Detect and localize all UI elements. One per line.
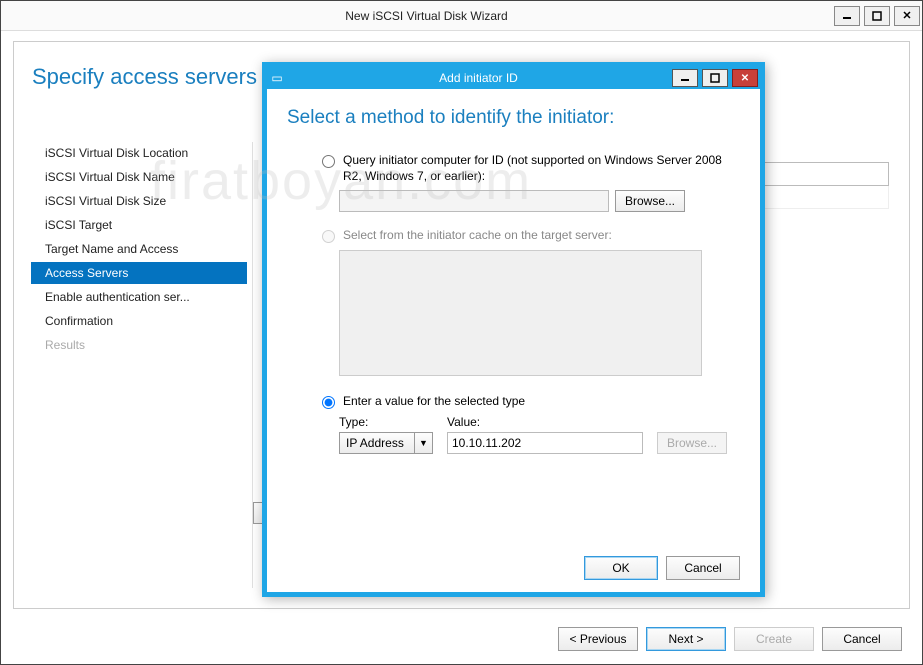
wizard-title: New iSCSI Virtual Disk Wizard bbox=[21, 9, 832, 23]
dialog-footer: OK Cancel bbox=[584, 556, 740, 580]
ok-button[interactable]: OK bbox=[584, 556, 658, 580]
nav-item-size[interactable]: iSCSI Virtual Disk Size bbox=[39, 190, 239, 212]
dialog-maximize-button[interactable] bbox=[702, 69, 728, 87]
option-cache-label: Select from the initiator cache on the t… bbox=[343, 228, 740, 244]
option-cache-radio bbox=[322, 230, 335, 243]
option-cache-row: Select from the initiator cache on the t… bbox=[317, 228, 740, 244]
next-button[interactable]: Next > bbox=[646, 627, 726, 651]
option-query-label: Query initiator computer for ID (not sup… bbox=[343, 153, 740, 184]
nav-item-name[interactable]: iSCSI Virtual Disk Name bbox=[39, 166, 239, 188]
nav-item-auth[interactable]: Enable authentication ser... bbox=[39, 286, 239, 308]
wizard-footer: < Previous Next > Create Cancel bbox=[1, 614, 922, 664]
wizard-nav: iSCSI Virtual Disk Location iSCSI Virtua… bbox=[39, 142, 239, 358]
minimize-button[interactable] bbox=[834, 6, 860, 26]
option-query-radio[interactable] bbox=[322, 155, 335, 168]
chevron-down-icon[interactable]: ▼ bbox=[415, 432, 433, 454]
wizard-titlebar: New iSCSI Virtual Disk Wizard ✕ bbox=[1, 1, 922, 31]
cancel-button[interactable]: Cancel bbox=[822, 627, 902, 651]
dialog-titlebar: ▭ Add initiator ID ✕ bbox=[267, 67, 760, 89]
type-label: Type: bbox=[339, 415, 433, 429]
type-select-value: IP Address bbox=[339, 432, 415, 454]
type-column: Type: IP Address ▼ bbox=[339, 415, 433, 454]
option-enter-label: Enter a value for the selected type bbox=[343, 394, 740, 410]
create-button: Create bbox=[734, 627, 814, 651]
nav-item-access-servers[interactable]: Access Servers bbox=[31, 262, 247, 284]
dialog-cancel-button[interactable]: Cancel bbox=[666, 556, 740, 580]
dialog-window-controls: ✕ bbox=[670, 68, 760, 88]
option-enter-radio[interactable] bbox=[322, 396, 335, 409]
dialog-heading: Select a method to identify the initiato… bbox=[287, 107, 740, 129]
option-query-input-row: Browse... bbox=[339, 190, 740, 212]
type-select[interactable]: IP Address ▼ bbox=[339, 432, 433, 454]
option-query-row: Query initiator computer for ID (not sup… bbox=[317, 153, 740, 184]
close-button[interactable]: ✕ bbox=[894, 6, 920, 26]
query-browse-button[interactable]: Browse... bbox=[615, 190, 685, 212]
dialog-close-button[interactable]: ✕ bbox=[732, 69, 758, 87]
value-input[interactable] bbox=[447, 432, 643, 454]
nav-item-target-name[interactable]: Target Name and Access bbox=[39, 238, 239, 260]
initiator-cache-list bbox=[339, 250, 702, 376]
dialog-icon: ▭ bbox=[267, 71, 287, 85]
value-browse-button: Browse... bbox=[657, 432, 727, 454]
dialog-body: Select a method to identify the initiato… bbox=[267, 89, 760, 592]
value-column: Value: bbox=[447, 415, 643, 454]
option-enter-row: Enter a value for the selected type bbox=[317, 394, 740, 410]
nav-item-target[interactable]: iSCSI Target bbox=[39, 214, 239, 236]
dialog-title: Add initiator ID bbox=[287, 71, 670, 85]
dialog-minimize-button[interactable] bbox=[672, 69, 698, 87]
type-value-row: Type: IP Address ▼ Value: Browse... bbox=[339, 415, 740, 454]
query-computer-input bbox=[339, 190, 609, 212]
nav-item-location[interactable]: iSCSI Virtual Disk Location bbox=[39, 142, 239, 164]
nav-item-confirmation[interactable]: Confirmation bbox=[39, 310, 239, 332]
window-controls: ✕ bbox=[832, 3, 922, 29]
value-label: Value: bbox=[447, 415, 643, 429]
page-heading: Specify access servers bbox=[32, 64, 257, 90]
previous-button[interactable]: < Previous bbox=[558, 627, 638, 651]
browse-column: Browse... bbox=[657, 415, 727, 454]
add-initiator-dialog: ▭ Add initiator ID ✕ Select a method to … bbox=[262, 62, 765, 597]
nav-item-results: Results bbox=[39, 334, 239, 356]
maximize-button[interactable] bbox=[864, 6, 890, 26]
